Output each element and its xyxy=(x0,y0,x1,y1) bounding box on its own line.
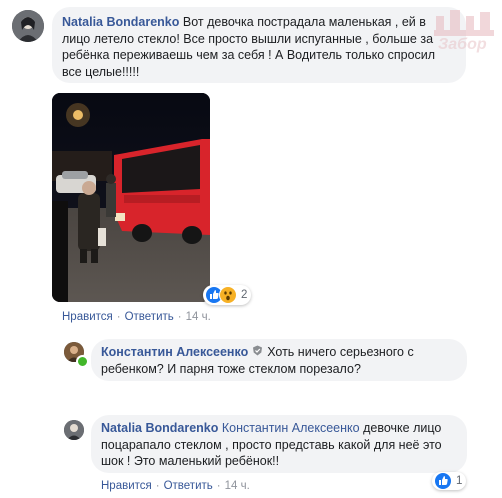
comment-actions: Нравится · Ответить · 14 ч. xyxy=(62,311,211,323)
watermark-logo: Забор xyxy=(430,6,500,76)
comment-text-line: лицо летело стекло! Все просто вышли исп… xyxy=(62,31,434,46)
watermark-text: Забор xyxy=(438,36,487,53)
reply-link[interactable]: Ответить xyxy=(164,480,213,492)
comment-author[interactable]: Natalia Bondarenko xyxy=(62,15,179,29)
like-link[interactable]: Нравится xyxy=(62,311,113,323)
top-fan-badge-icon[interactable] xyxy=(252,344,263,361)
separator-dot: · xyxy=(216,480,221,492)
reply-bubble: Константин Алексеенко Хоть ничего серьез… xyxy=(91,339,467,381)
mention-link[interactable]: Константин Алексеенко xyxy=(222,421,360,435)
reply-link[interactable]: Ответить xyxy=(125,311,174,323)
reaction-count: 2 xyxy=(241,289,248,301)
wow-face-icon xyxy=(219,286,237,304)
avatar-natalia[interactable] xyxy=(12,10,44,42)
comment-bubble: Natalia Bondarenko Вот девочка пострадал… xyxy=(52,7,466,83)
comment-text-line: все целые!!!!! xyxy=(62,64,140,79)
reaction-summary[interactable]: 2 xyxy=(203,285,252,305)
reply-text-line: девочке лицо xyxy=(363,421,442,435)
reply-text-line: ребенком? И парня тоже стеклом порезало? xyxy=(101,361,361,376)
reply-text-line: шок ! Это маленький ребёнок!! xyxy=(101,454,280,468)
reaction-count: 1 xyxy=(456,475,463,487)
separator-dot: · xyxy=(177,311,182,323)
avatar-natalia-small[interactable] xyxy=(64,420,84,440)
comment-timestamp[interactable]: 14 ч. xyxy=(186,311,211,323)
reaction-summary[interactable]: 1 xyxy=(432,472,467,490)
comment-text-line: ребёнка переживаешь чем за себя ! А Води… xyxy=(62,48,436,62)
reply-text-line: Хоть ничего серьезного с xyxy=(267,345,414,359)
reply-bubble: Natalia Bondarenko Константин Алексеенко… xyxy=(91,415,467,473)
person-photo-icon xyxy=(64,420,84,440)
reply-text-line: поцарапало стеклом , просто представь ка… xyxy=(101,437,442,452)
reply-timestamp[interactable]: 14 ч. xyxy=(225,480,250,492)
separator-dot: · xyxy=(116,311,121,323)
comment-text-line: Вот девочка пострадала маленькая , ей в xyxy=(182,15,426,29)
comment-photo[interactable] xyxy=(52,93,210,302)
reply-actions: Нравится · Ответить · 14 ч. xyxy=(101,480,250,492)
separator-dot: · xyxy=(155,480,160,492)
night-street-photo-icon xyxy=(52,93,210,302)
person-photo-icon xyxy=(12,10,44,42)
reply-author[interactable]: Константин Алексеенко xyxy=(101,344,248,361)
like-link[interactable]: Нравится xyxy=(101,480,152,492)
online-status-dot xyxy=(76,355,89,368)
thumbs-up-icon xyxy=(434,472,452,490)
reply-author[interactable]: Natalia Bondarenko xyxy=(101,421,218,435)
